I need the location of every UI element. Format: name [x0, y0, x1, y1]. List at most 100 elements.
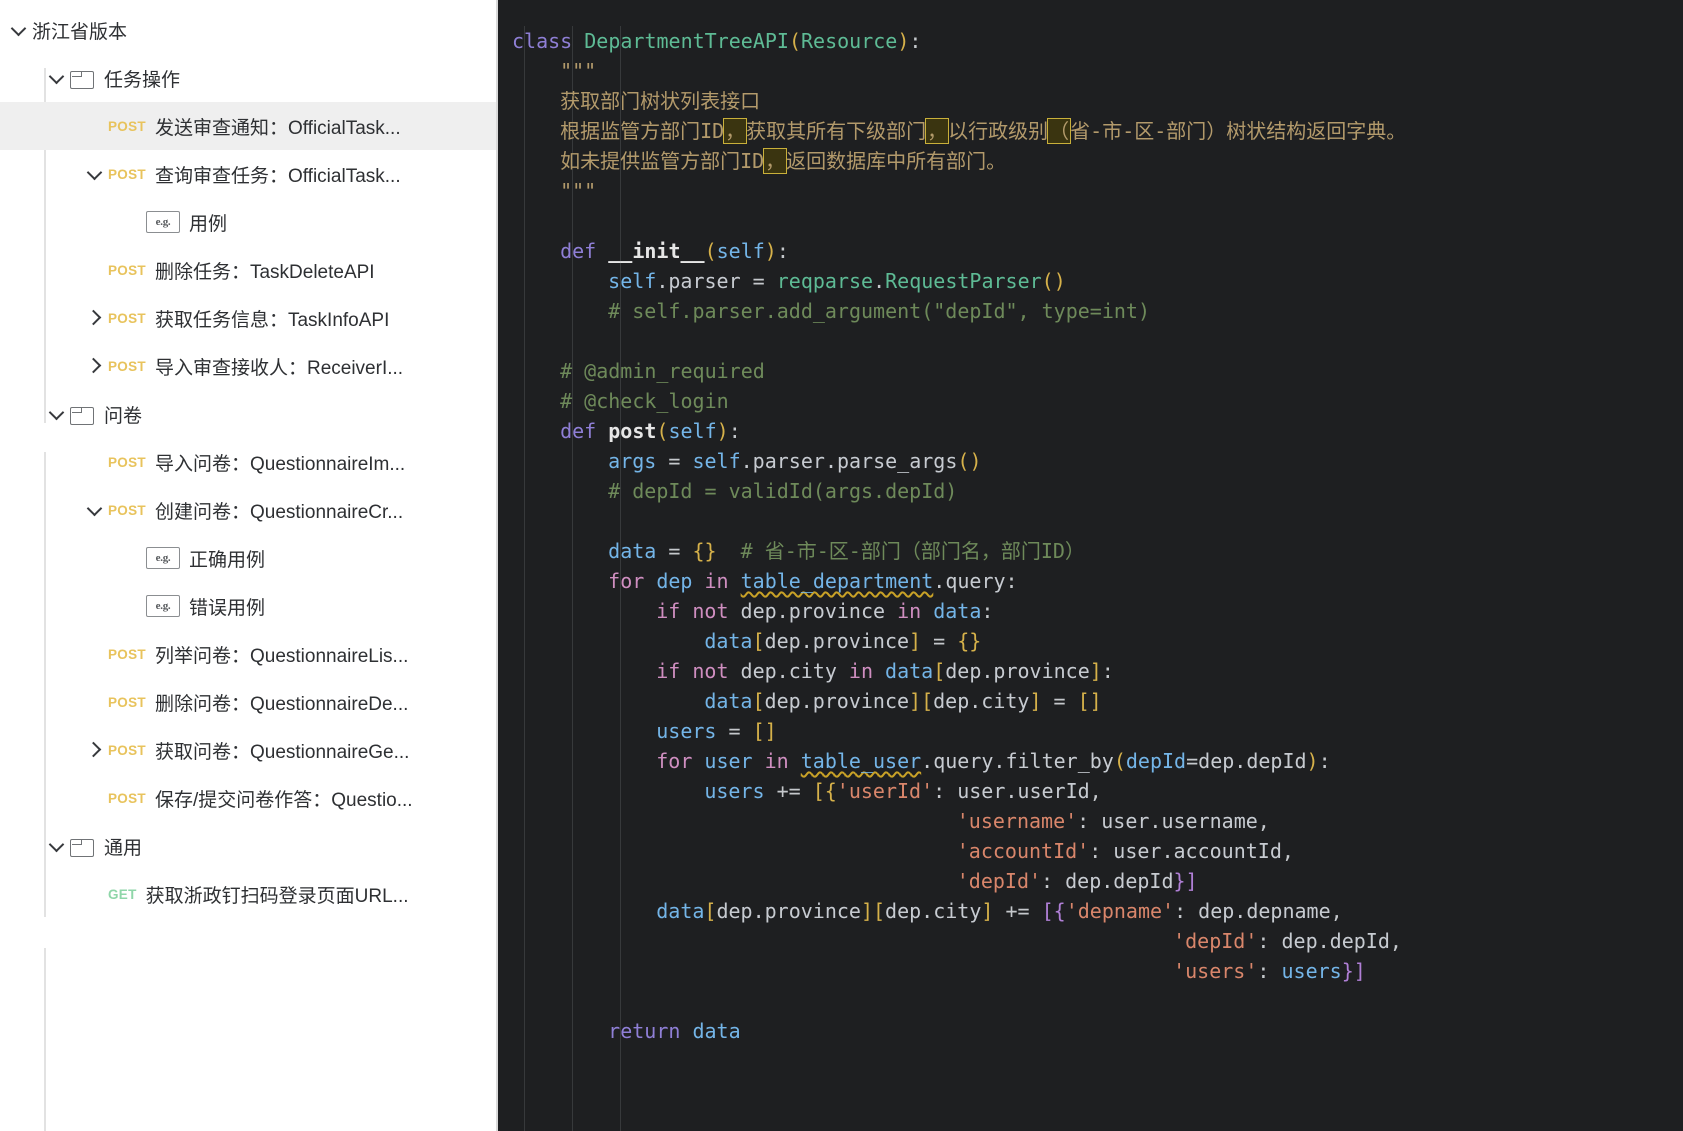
- code-line[interactable]: 获取部门树状列表接口: [498, 86, 1683, 116]
- code-line[interactable]: data[dep.province][dep.city] += [{'depna…: [498, 896, 1683, 926]
- tree-item-task-ops-folder[interactable]: 任务操作: [0, 54, 496, 102]
- code-token: # depId = validId(args.depId): [608, 479, 958, 503]
- code-line[interactable]: 如未提供监管方部门ID，返回数据库中所有部门。: [498, 146, 1683, 176]
- code-line[interactable]: [498, 326, 1683, 356]
- tree-list[interactable]: 浙江省版本 任务操作 POST 发送审查通知：OfficialTask... POST 查…: [0, 6, 496, 918]
- chevron-down-icon[interactable]: [44, 833, 70, 859]
- code-token: .depname: [1234, 899, 1331, 923]
- code-line[interactable]: [498, 206, 1683, 236]
- tree-item-query-review-task[interactable]: POST 查询审查任务：OfficialTask...: [0, 150, 496, 198]
- code-token: []: [752, 719, 777, 743]
- tree-item-get-questionnaire[interactable]: POST 获取问卷：QuestionnaireGe...: [0, 726, 496, 774]
- code-line[interactable]: # self.parser.add_argument("depId", type…: [498, 296, 1683, 326]
- code-token: if: [656, 659, 693, 683]
- chevron-right-icon[interactable]: [82, 353, 108, 379]
- code-token: 获取其所有下级部门: [746, 119, 927, 143]
- chevron-right-icon[interactable]: [82, 737, 108, 763]
- code-token: .depId: [1101, 869, 1174, 893]
- http-method-badge: POST: [108, 742, 146, 758]
- code-token: :: [1257, 959, 1282, 983]
- code-line[interactable]: return data: [498, 1016, 1683, 1046]
- code-line[interactable]: for user in table_user.query.filter_by(d…: [498, 746, 1683, 776]
- code-line[interactable]: 'depId': dep.depId}]: [498, 866, 1683, 896]
- code-line[interactable]: def post(self):: [498, 416, 1683, 446]
- code-token: ]: [909, 689, 922, 713]
- code-token: dep: [716, 899, 753, 923]
- tree-item-delete-questionnaire[interactable]: POST 删除问卷：QuestionnaireDe...: [0, 678, 496, 726]
- code-line[interactable]: data[dep.province][dep.city] = []: [498, 686, 1683, 716]
- tree-item-get-task-info[interactable]: POST 获取任务信息：TaskInfoAPI: [0, 294, 496, 342]
- code-line[interactable]: users += [{'userId': user.userId,: [498, 776, 1683, 806]
- tree-item-label: 删除问卷：QuestionnaireDe...: [154, 693, 409, 715]
- code-line[interactable]: [498, 506, 1683, 536]
- chevron-down-icon[interactable]: [82, 497, 108, 523]
- code-line[interactable]: if not dep.province in data:: [498, 596, 1683, 626]
- code-token: 返回数据库中所有部门。: [786, 149, 1007, 173]
- code-line[interactable]: 'users': users}]: [498, 956, 1683, 986]
- api-tree-sidebar[interactable]: 浙江省版本 任务操作 POST 发送审查通知：OfficialTask... POST 查…: [0, 0, 498, 1131]
- chevron-right-icon[interactable]: [82, 305, 108, 331]
- tree-item-delete-task[interactable]: POST 删除任务：TaskDeleteAPI: [0, 246, 496, 294]
- chevron-down-icon[interactable]: [82, 161, 108, 187]
- code-line[interactable]: data[dep.province] = {}: [498, 626, 1683, 656]
- code-line[interactable]: if not dep.city in data[dep.province]:: [498, 656, 1683, 686]
- tree-item-send-review-notice[interactable]: POST 发送审查通知：OfficialTask...: [0, 102, 496, 150]
- http-method-badge: POST: [108, 310, 146, 326]
- indent-guide: [44, 948, 46, 1131]
- tree-item-get-zzd-login-url[interactable]: GET 获取浙政钉扫码登录页面URL...: [0, 870, 496, 918]
- tree-item-create-questionnaire[interactable]: POST 创建问卷：QuestionnaireCr...: [0, 486, 496, 534]
- tree-item-common-folder[interactable]: 通用: [0, 822, 496, 870]
- tree-item-example-case-1[interactable]: e.g. 用例: [0, 198, 496, 246]
- tree-item-correct-example[interactable]: e.g. 正确用例: [0, 534, 496, 582]
- code-line[interactable]: """: [498, 176, 1683, 206]
- code-line[interactable]: data = {} # 省-市-区-部门（部门名，部门ID）: [498, 536, 1683, 566]
- chevron-down-icon[interactable]: [44, 401, 70, 427]
- code-line[interactable]: class DepartmentTreeAPI(Resource):: [498, 26, 1683, 56]
- code-line[interactable]: args = self.parser.parse_args(): [498, 446, 1683, 476]
- code-token: dep: [656, 569, 705, 593]
- code-token: for: [608, 569, 657, 593]
- code-editor-pane[interactable]: class DepartmentTreeAPI(Resource): """ 获取部…: [498, 0, 1683, 1131]
- tree-item-import-receiver[interactable]: POST 导入审查接收人：ReceiverI...: [0, 342, 496, 390]
- code-line[interactable]: self.parser = reqparse.RequestParser(): [498, 266, 1683, 296]
- code-token: }]: [1173, 869, 1198, 893]
- code-line[interactable]: [498, 986, 1683, 1016]
- code-token: ,: [1281, 839, 1294, 863]
- chevron-down-icon[interactable]: [6, 17, 32, 43]
- code-line[interactable]: # depId = validId(args.depId): [498, 476, 1683, 506]
- code-line[interactable]: 根据监管方部门ID，获取其所有下级部门，以行政级别（省-市-区-部门）树状结构返…: [498, 116, 1683, 146]
- tree-item-save-submit-answer[interactable]: POST 保存/提交问卷作答：Questio...: [0, 774, 496, 822]
- code-token: .province: [800, 629, 910, 653]
- tree-item-list-questionnaire[interactable]: POST 列举问卷：QuestionnaireLis...: [0, 630, 496, 678]
- code-line[interactable]: """: [498, 56, 1683, 86]
- tree-item-questionnaire-folder[interactable]: 问卷: [0, 390, 496, 438]
- code-lines[interactable]: class DepartmentTreeAPI(Resource): """ 获取部…: [498, 26, 1683, 1046]
- chevron-down-icon[interactable]: [44, 65, 70, 91]
- code-token: dep: [1198, 899, 1235, 923]
- code-token: dep: [740, 599, 777, 623]
- code-line[interactable]: def __init__(self):: [498, 236, 1683, 266]
- code-token: depId: [1125, 749, 1187, 773]
- code-token: def: [560, 239, 609, 263]
- code-line[interactable]: 'depId': dep.depId,: [498, 926, 1683, 956]
- code-line[interactable]: # @check_login: [498, 386, 1683, 416]
- code-line[interactable]: users = []: [498, 716, 1683, 746]
- code-token: dep: [1281, 929, 1318, 953]
- tree-item-error-example[interactable]: e.g. 错误用例: [0, 582, 496, 630]
- code-token: [: [873, 899, 886, 923]
- code-line[interactable]: 'accountId': user.accountId,: [498, 836, 1683, 866]
- code-line[interactable]: 'username': user.username,: [498, 806, 1683, 836]
- code-line[interactable]: for dep in table_department.query:: [498, 566, 1683, 596]
- tree-item-zhejiang-version[interactable]: 浙江省版本: [0, 6, 496, 54]
- code-token: dep: [740, 659, 777, 683]
- code-token: return: [608, 1019, 693, 1043]
- tree-item-import-questionnaire[interactable]: POST 导入问卷：QuestionnaireIm...: [0, 438, 496, 486]
- code-line[interactable]: # @admin_required: [498, 356, 1683, 386]
- http-method-badge: POST: [108, 694, 146, 710]
- code-token: (: [656, 419, 669, 443]
- code-token: not: [692, 659, 741, 683]
